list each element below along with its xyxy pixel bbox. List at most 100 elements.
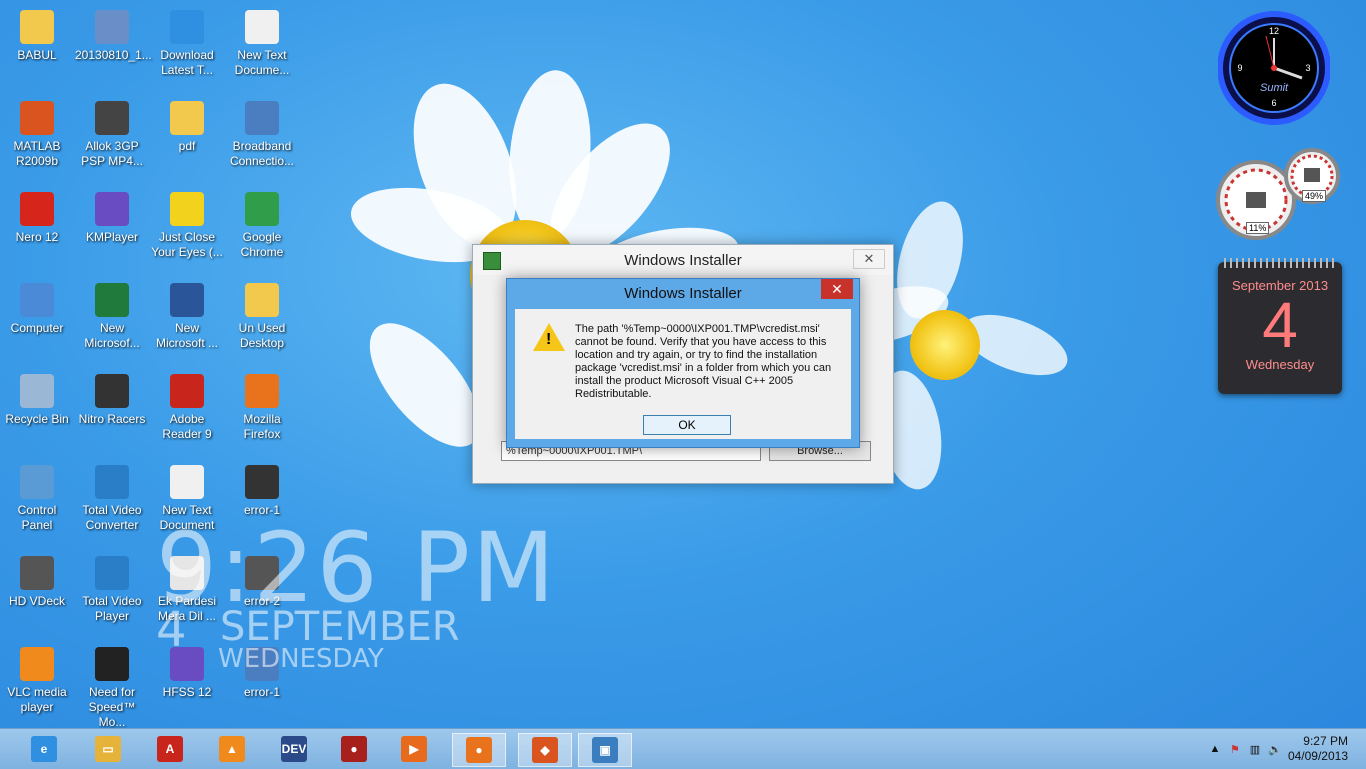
desktop-icon[interactable]: Mozilla Firefox	[225, 368, 299, 456]
desktop-icon[interactable]: Computer	[0, 277, 74, 365]
window-title: Windows Installer	[624, 251, 742, 269]
desktop-icon-label: Broadband Connectio...	[229, 139, 295, 168]
dialog-body: ! The path '%Temp~0000\IXP001.TMP\vcredi…	[515, 309, 851, 439]
desktop-icon-label: error-1	[243, 685, 280, 699]
desktop-icon[interactable]: KMPlayer	[75, 186, 149, 274]
desktop-icon[interactable]: Recycle Bin	[0, 368, 74, 456]
taskbar: e ▭ A ▲ DEV ● ▶ ● ◆ ▣ ▲ ⚑ ▥ 🔈 9:27 PM 04/09/2013	[0, 728, 1366, 769]
desktop-icon-label: Nero 12	[15, 230, 59, 244]
ie-icon: e	[31, 736, 57, 762]
desktop-icon-label: MATLAB R2009b	[13, 139, 61, 168]
window-titlebar[interactable]: Windows Installer ✕	[473, 245, 893, 275]
cpu-meter-gadget[interactable]: 11% 49%	[1216, 148, 1342, 240]
volume-icon[interactable]: 🔈	[1268, 742, 1282, 756]
show-hidden-icons-icon[interactable]: ▲	[1208, 742, 1222, 756]
matlab-icon	[20, 101, 54, 135]
clock-gadget[interactable]: 12 3 6 9 Sumit	[1217, 8, 1331, 130]
installer-error-dialog[interactable]: Windows Installer ✕ ! The path '%Temp~00…	[506, 278, 860, 448]
desktop-icon-label: New Microsof...	[84, 321, 140, 350]
calendar-gadget[interactable]: September 2013 4 Wednesday	[1218, 258, 1342, 394]
tray-date: 04/09/2013	[1287, 749, 1348, 763]
desktop-icon[interactable]: Adobe Reader 9	[150, 368, 224, 456]
folder-icon: ▭	[95, 736, 121, 762]
firefox-icon	[245, 374, 279, 408]
desktop-icon[interactable]: Total Video Player	[75, 550, 149, 638]
desktop-icon[interactable]: Control Panel	[0, 459, 74, 547]
taskbar-clock[interactable]: 9:27 PM 04/09/2013	[1288, 734, 1348, 764]
desktop-icon[interactable]: New Microsof...	[75, 277, 149, 365]
converter-icon	[95, 465, 129, 499]
control-panel-icon	[20, 465, 54, 499]
taskbar-item-cricket[interactable]: ●	[328, 733, 380, 765]
desktop-icon-label: KMPlayer	[85, 230, 138, 244]
dialog-titlebar[interactable]: Windows Installer ✕	[507, 279, 859, 307]
taskbar-item-firefox[interactable]: ●	[452, 733, 506, 767]
desktop-icon[interactable]: 20130810_1...	[75, 4, 152, 92]
desktop-icon[interactable]: VLC media player	[0, 641, 74, 729]
desktop-icon[interactable]: HD VDeck	[0, 550, 74, 638]
vlc-icon: ▲	[219, 736, 245, 762]
svg-text:9: 9	[1237, 63, 1242, 73]
taskbar-item-devcpp[interactable]: DEV	[268, 733, 320, 765]
desktop-icon[interactable]: Broadband Connectio...	[225, 95, 299, 183]
desktop-icon[interactable]: BABUL	[0, 4, 74, 92]
firefox-icon: ●	[466, 737, 492, 763]
network-icon	[245, 101, 279, 135]
analog-clock-icon: 12 3 6 9	[1217, 11, 1331, 125]
action-center-flag-icon[interactable]: ⚑	[1228, 742, 1242, 756]
overlay-day: 4	[156, 602, 187, 658]
nero-icon	[20, 192, 54, 226]
desktop-icon[interactable]: pdf	[150, 95, 224, 183]
desktop-icon-label: Adobe Reader 9	[162, 412, 212, 441]
overlay-weekday: WEDNESDAY	[218, 644, 384, 674]
taskbar-item-adobe-reader[interactable]: A	[144, 733, 196, 765]
desktop-icon-label: Un Used Desktop	[238, 321, 286, 350]
memory-percent: 49%	[1302, 190, 1327, 202]
error-message: The path '%Temp~0000\IXP001.TMP\vcredist…	[575, 323, 832, 400]
desktop-icon-label: Total Video Player	[82, 594, 142, 623]
taskbar-item-explorer[interactable]: ▭	[82, 733, 134, 765]
desktop-icon-label: New Microsoft ...	[155, 321, 218, 350]
desktop-icon[interactable]: Just Close Your Eyes (...	[150, 186, 224, 274]
desktop-icon[interactable]: New Microsoft ...	[150, 277, 224, 365]
taskbar-item-matlab[interactable]: ◆	[518, 733, 572, 767]
dialog-close-button[interactable]: ✕	[821, 279, 853, 299]
play-icon: ▶	[401, 736, 427, 762]
ok-button[interactable]: OK	[643, 415, 731, 435]
desktop-icon[interactable]: Download Latest T...	[150, 4, 224, 92]
desktop-icon-label: HD VDeck	[8, 594, 65, 608]
svg-text:12: 12	[1269, 26, 1279, 36]
desktop-icon[interactable]: Un Used Desktop	[225, 277, 299, 365]
desktop-icon[interactable]: Total Video Converter	[75, 459, 149, 547]
taskbar-item-installer[interactable]: ▣	[578, 733, 632, 767]
desktop-icon[interactable]: Need for Speed™ Mo...	[75, 641, 149, 729]
folder-icon	[170, 101, 204, 135]
computer-icon	[20, 283, 54, 317]
desktop-icon[interactable]: Allok 3GP PSP MP4...	[75, 95, 149, 183]
desktop-icon-label: New Text Docume...	[234, 48, 290, 77]
desktop-icon[interactable]: Nitro Racers	[75, 368, 149, 456]
media-icon	[20, 556, 54, 590]
warning-exclamation: !	[546, 331, 552, 348]
close-button[interactable]: ✕	[853, 249, 885, 269]
vlc-icon	[20, 647, 54, 681]
taskbar-item-vlc[interactable]: ▲	[206, 733, 258, 765]
recycle-bin-icon	[20, 374, 54, 408]
desktop-icon-label: Computer	[10, 321, 64, 335]
installer-icon	[483, 252, 501, 270]
kmplayer-icon	[95, 192, 129, 226]
desktop-icon[interactable]: Nero 12	[0, 186, 74, 274]
taskbar-item-video-player[interactable]: ▶	[388, 733, 440, 765]
network-icon[interactable]: ▥	[1248, 742, 1262, 756]
desktop-icon[interactable]: Google Chrome	[225, 186, 299, 274]
desktop-icon-label: Need for Speed™ Mo...	[88, 685, 136, 729]
image-icon	[245, 465, 279, 499]
tray-time: 9:27 PM	[1303, 734, 1348, 748]
folder-icon	[245, 283, 279, 317]
taskbar-item-ie[interactable]: e	[18, 733, 70, 765]
desktop-icon[interactable]: New Text Docume...	[225, 4, 299, 92]
desktop-icon-label: Control Panel	[17, 503, 57, 532]
calendar-day: 4	[1262, 289, 1298, 361]
matlab-icon: ◆	[532, 737, 558, 763]
desktop-icon[interactable]: MATLAB R2009b	[0, 95, 74, 183]
